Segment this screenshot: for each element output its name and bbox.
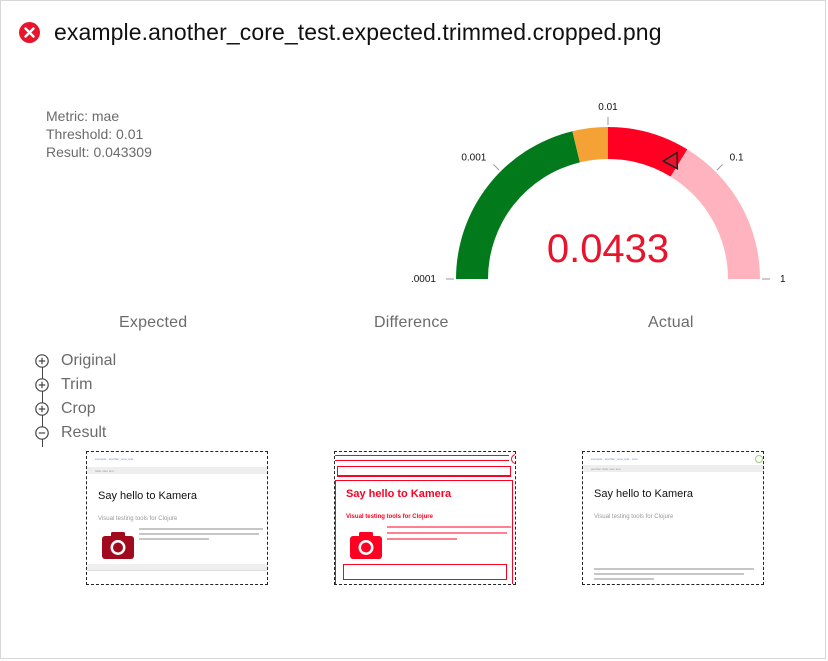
thumb-subtitle: Visual testing tools for Clojure (98, 516, 178, 522)
thumb-subtitle: Visual testing tools for Clojure (594, 514, 674, 520)
plus-circle-icon (35, 402, 49, 416)
gauge-tick-label-2: 0.01 (598, 102, 618, 113)
column-label-expected: Expected (119, 314, 188, 331)
fail-status-icon (19, 21, 40, 43)
report-card: example.another_core_test.expected.trimm… (0, 0, 826, 659)
gauge-tick-label-1: 0.001 (461, 152, 486, 163)
tree-item-label: Crop (61, 400, 96, 417)
minus-circle-icon (35, 426, 49, 440)
gauge-tick-1 (493, 164, 500, 171)
metric-info: Metric: mae Threshold: 0.01 Result: 0.04… (46, 107, 152, 161)
plus-circle-icon (35, 354, 49, 368)
metric-label: Metric: mae (46, 108, 120, 124)
tree-item-label: Trim (61, 376, 93, 393)
expected-image[interactable]: example · another_core_test hello user t… (86, 451, 268, 585)
tree-item-label: Original (61, 352, 117, 369)
tree-item-original[interactable]: Original (35, 349, 116, 373)
pipeline-tree: Original Trim Crop Result (35, 349, 116, 447)
diff-subtitle: Visual testing tools for Clojure (346, 514, 433, 520)
gauge-value: 0.0433 (547, 227, 669, 271)
tree-item-label: Result (61, 424, 107, 441)
diff-headline: Say hello to Kamera (346, 488, 452, 500)
difference-image[interactable]: Say hello to Kamera Visual testing tools… (334, 451, 516, 585)
tree-item-crop[interactable]: Crop (35, 397, 116, 421)
gauge-tick-label-3: 0.1 (730, 152, 744, 163)
score-gauge: 0.0001 0.001 0.01 0.1 1 0.0433 (411, 102, 786, 285)
thumb-headline: Say hello to Kamera (594, 488, 694, 500)
camera-icon (102, 532, 134, 559)
result-label: Result: 0.043309 (46, 144, 152, 160)
report-header: example.another_core_test.expected.trimm… (19, 17, 662, 47)
actual-image[interactable]: example · another_core_test · core anoth… (582, 451, 764, 585)
tree-item-trim[interactable]: Trim (35, 373, 116, 397)
plus-circle-icon (35, 378, 49, 392)
gauge-segment-3 (670, 149, 760, 279)
thumb-headline: Say hello to Kamera (98, 490, 198, 502)
column-label-actual: Actual (648, 314, 694, 331)
gauge-tick-3 (716, 164, 723, 171)
gauge-tick-label-4: 1 (780, 274, 786, 285)
gauge-tick-label-0: 0.0001 (411, 274, 436, 285)
column-label-difference: Difference (374, 314, 449, 331)
page-title: example.another_core_test.expected.trimm… (54, 18, 662, 45)
camera-icon (350, 532, 382, 559)
threshold-label: Threshold: 0.01 (46, 126, 144, 142)
tree-item-result[interactable]: Result (35, 421, 116, 445)
